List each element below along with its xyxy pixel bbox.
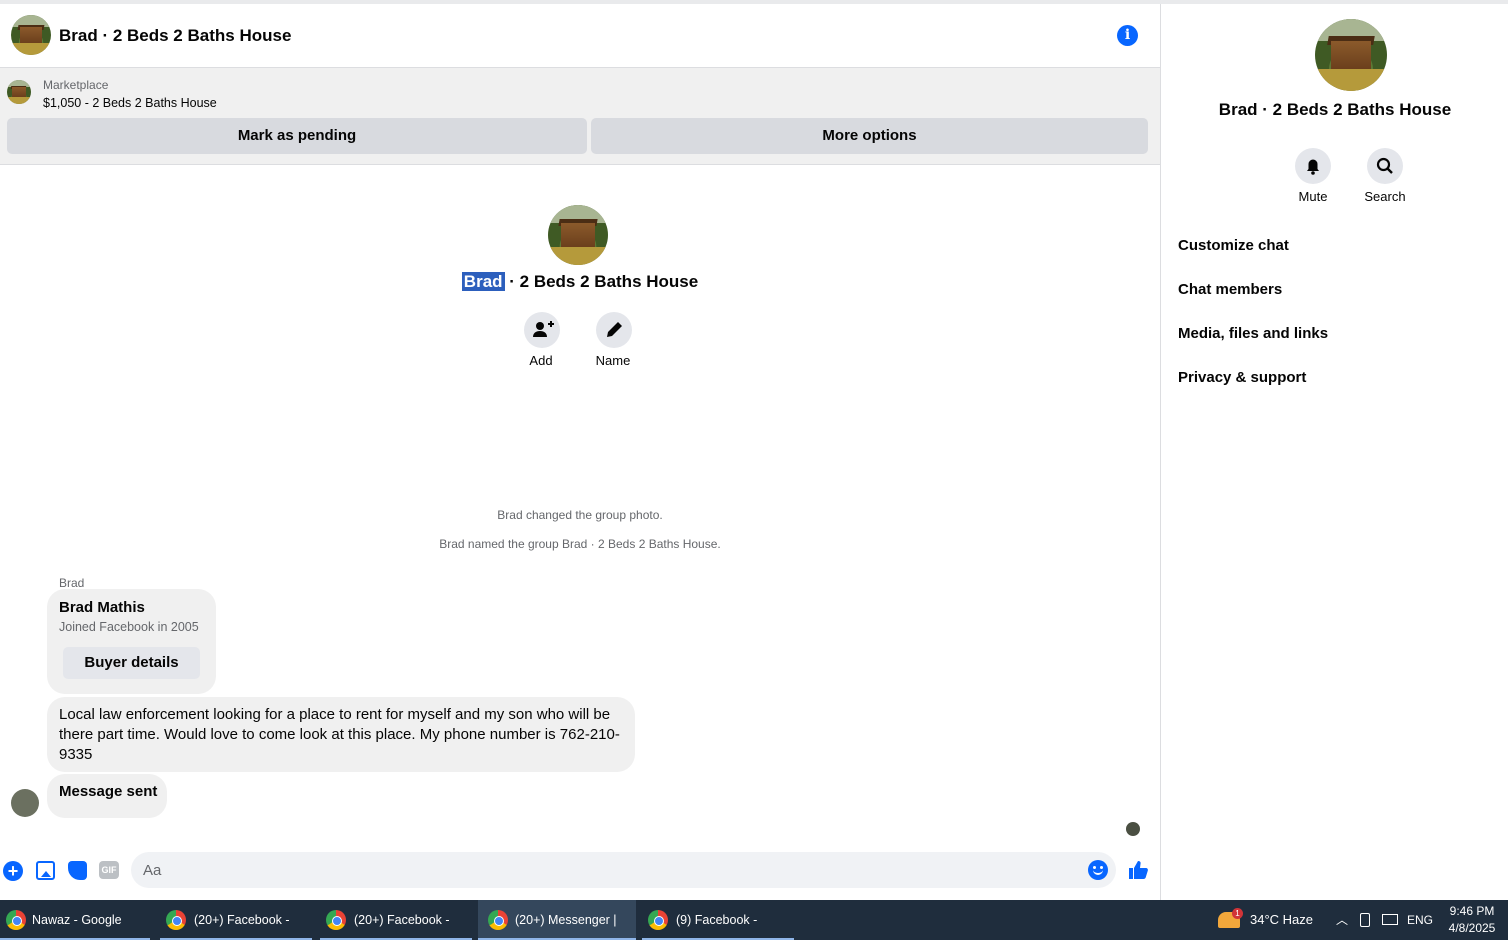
customize-chat-item[interactable]: Customize chat bbox=[1178, 237, 1289, 254]
buyer-card-bubble: Brad Mathis Joined Facebook in 2005 Buye… bbox=[47, 589, 216, 694]
message-sent-text: Message sent bbox=[59, 783, 158, 800]
mute-button[interactable] bbox=[1295, 148, 1331, 184]
buyer-details-button[interactable]: Buyer details bbox=[63, 647, 200, 679]
system-message: Brad named the group Brad · 2 Beds 2 Bat… bbox=[439, 537, 721, 551]
media-files-links-item[interactable]: Media, files and links bbox=[1178, 325, 1328, 342]
marketplace-label: Marketplace bbox=[43, 78, 109, 92]
buyer-joined: Joined Facebook in 2005 bbox=[59, 620, 199, 634]
search-button[interactable] bbox=[1367, 148, 1403, 184]
listing-title[interactable]: $1,050 - 2 Beds 2 Baths House bbox=[43, 96, 217, 110]
message-bubble[interactable]: Local law enforcement looking for a plac… bbox=[47, 697, 635, 772]
weather-widget[interactable]: 1 34°C Haze bbox=[1218, 900, 1333, 940]
intro-group-avatar bbox=[548, 205, 608, 265]
mute-label: Mute bbox=[1298, 189, 1328, 204]
read-receipt-avatar bbox=[1126, 822, 1140, 836]
notification-badge: 1 bbox=[1232, 908, 1243, 919]
side-group-avatar[interactable] bbox=[1315, 19, 1387, 91]
more-options-button[interactable]: More options bbox=[591, 118, 1148, 154]
sender-avatar[interactable] bbox=[11, 789, 39, 817]
privacy-support-item[interactable]: Privacy & support bbox=[1178, 369, 1306, 386]
chrome-icon bbox=[326, 910, 346, 930]
thumbs-up-icon[interactable] bbox=[1127, 859, 1149, 886]
language-indicator[interactable]: ENG bbox=[1407, 900, 1437, 940]
gif-icon[interactable]: GIF bbox=[99, 861, 119, 879]
message-text: Local law enforcement looking for a plac… bbox=[59, 706, 620, 763]
sticker-icon[interactable] bbox=[68, 861, 87, 880]
more-actions-icon[interactable]: + bbox=[3, 861, 23, 881]
emoji-icon[interactable] bbox=[1088, 860, 1108, 880]
chat-members-item[interactable]: Chat members bbox=[1178, 281, 1282, 298]
taskbar: Nawaz - Google Sh... (20+) Facebook - G.… bbox=[0, 900, 1508, 940]
clock[interactable]: 9:46 PM 4/8/2025 bbox=[1444, 900, 1500, 940]
listing-thumbnail[interactable] bbox=[7, 80, 31, 104]
chat-pane: Brad · 2 Beds 2 Baths House i Marketplac… bbox=[0, 4, 1160, 900]
system-message: Brad changed the group photo. bbox=[497, 508, 663, 522]
chat-title[interactable]: Brad · 2 Beds 2 Baths House bbox=[59, 26, 291, 46]
side-title: Brad · 2 Beds 2 Baths House bbox=[1218, 100, 1452, 119]
meet-now-icon[interactable] bbox=[1360, 900, 1372, 940]
message-sent-bubble[interactable]: Message sent bbox=[47, 774, 167, 818]
taskbar-item-facebook-1[interactable]: (20+) Facebook - G... bbox=[160, 900, 312, 940]
chat-details-panel: Brad · 2 Beds 2 Baths House Mute Search … bbox=[1160, 4, 1508, 900]
name-label: Name bbox=[595, 353, 631, 368]
info-icon[interactable]: i bbox=[1117, 25, 1138, 46]
attach-photo-icon[interactable] bbox=[36, 861, 55, 880]
intro-title: Brad · 2 Beds 2 Baths House bbox=[461, 272, 699, 291]
name-group-button[interactable] bbox=[596, 312, 632, 348]
message-composer bbox=[131, 852, 1116, 888]
marketplace-banner: Marketplace $1,050 - 2 Beds 2 Baths Hous… bbox=[0, 68, 1160, 165]
add-people-button[interactable] bbox=[524, 312, 560, 348]
clock-date: 4/8/2025 bbox=[1448, 921, 1496, 935]
mark-as-pending-button[interactable]: Mark as pending bbox=[7, 118, 587, 154]
taskbar-item-facebook-3[interactable]: (9) Facebook - Goo... bbox=[642, 900, 794, 940]
search-icon bbox=[1376, 157, 1393, 174]
sender-name: Brad bbox=[59, 576, 85, 590]
bell-icon bbox=[1307, 159, 1319, 175]
chrome-icon bbox=[6, 910, 26, 930]
chrome-icon bbox=[648, 910, 668, 930]
buyer-name: Brad Mathis bbox=[59, 599, 145, 616]
network-icon[interactable] bbox=[1382, 900, 1400, 940]
taskbar-item-messenger[interactable]: (20+) Messenger | F... bbox=[478, 900, 636, 940]
taskbar-item-sheets[interactable]: Nawaz - Google Sh... bbox=[0, 900, 150, 940]
selected-text: Brad bbox=[461, 272, 505, 291]
pencil-icon bbox=[607, 322, 622, 337]
add-person-icon bbox=[533, 321, 554, 337]
taskbar-item-facebook-2[interactable]: (20+) Facebook - G... bbox=[320, 900, 472, 940]
chrome-icon bbox=[166, 910, 186, 930]
clock-time: 9:46 PM bbox=[1449, 904, 1495, 918]
search-label: Search bbox=[1364, 189, 1406, 204]
chrome-icon bbox=[488, 910, 508, 930]
message-input[interactable] bbox=[143, 852, 1083, 888]
add-label: Add bbox=[529, 353, 553, 368]
chat-header: Brad · 2 Beds 2 Baths House i bbox=[0, 4, 1160, 68]
show-hidden-icons-chevron-icon[interactable]: ︿ bbox=[1336, 900, 1350, 940]
group-avatar[interactable] bbox=[11, 15, 51, 55]
